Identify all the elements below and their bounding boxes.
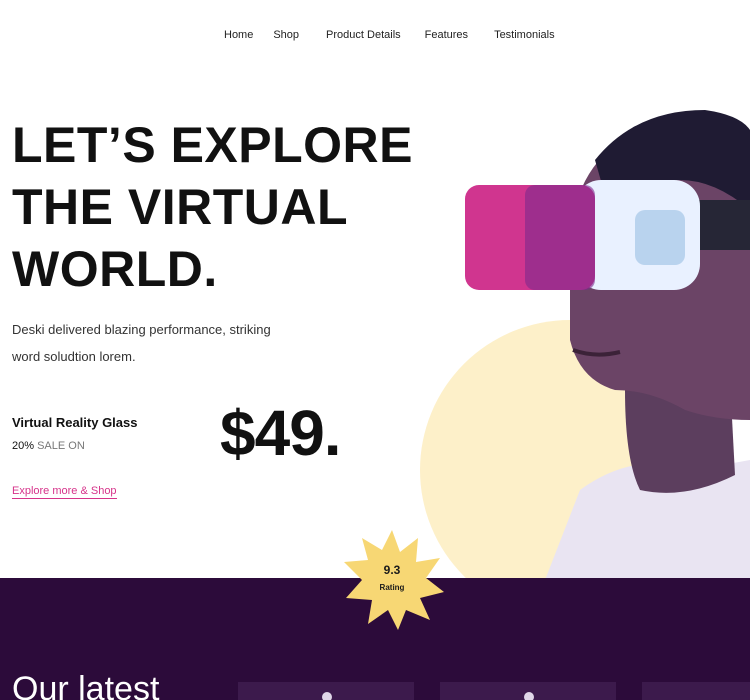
nav-features[interactable]: Features — [425, 29, 468, 41]
latest-card[interactable] — [440, 682, 616, 700]
nav-product-details[interactable]: Product Details — [326, 29, 401, 41]
main-nav: Home Shop Product Details Features Testi… — [224, 29, 555, 41]
product-price: $49. — [220, 397, 342, 469]
hero-title-line: WORLD. — [12, 241, 218, 297]
headset-strap — [695, 200, 750, 250]
headset-side-panel — [635, 210, 685, 265]
hero-title: LET’S EXPLORE THE VIRTUAL WORLD. — [12, 114, 432, 300]
hero-description-line: Deski delivered blazing performance, str… — [12, 322, 271, 337]
rating-star-badge — [344, 530, 444, 630]
explore-shop-link[interactable]: Explore more & Shop — [12, 485, 117, 499]
sale-text: SALE ON — [37, 440, 85, 452]
star-badge-shape — [344, 530, 444, 630]
nav-home[interactable]: Home — [224, 29, 253, 41]
product-name: Virtual Reality Glass — [12, 415, 138, 430]
sale-label: 20% SALE ON — [12, 440, 85, 452]
headset-visor-shade — [525, 185, 595, 290]
sale-percent: 20% — [12, 440, 35, 452]
nav-shop[interactable]: Shop — [273, 29, 299, 41]
latest-section-title: Our latest — [12, 670, 160, 700]
latest-card — [642, 682, 750, 700]
hero-description-line: word soludtion lorem. — [12, 349, 136, 364]
card-thumbnail — [524, 692, 534, 700]
vr-hero-image — [420, 110, 750, 580]
hero-description: Deski delivered blazing performance, str… — [12, 316, 362, 370]
rating-score: 9.3 — [383, 563, 401, 577]
hero-title-line: THE VIRTUAL — [12, 179, 349, 235]
hero-title-line: LET’S EXPLORE — [12, 117, 414, 173]
card-thumbnail — [322, 692, 332, 700]
nav-testimonials[interactable]: Testimonials — [494, 29, 555, 41]
rating-label: Rating — [379, 583, 405, 592]
latest-card[interactable] — [238, 682, 414, 700]
